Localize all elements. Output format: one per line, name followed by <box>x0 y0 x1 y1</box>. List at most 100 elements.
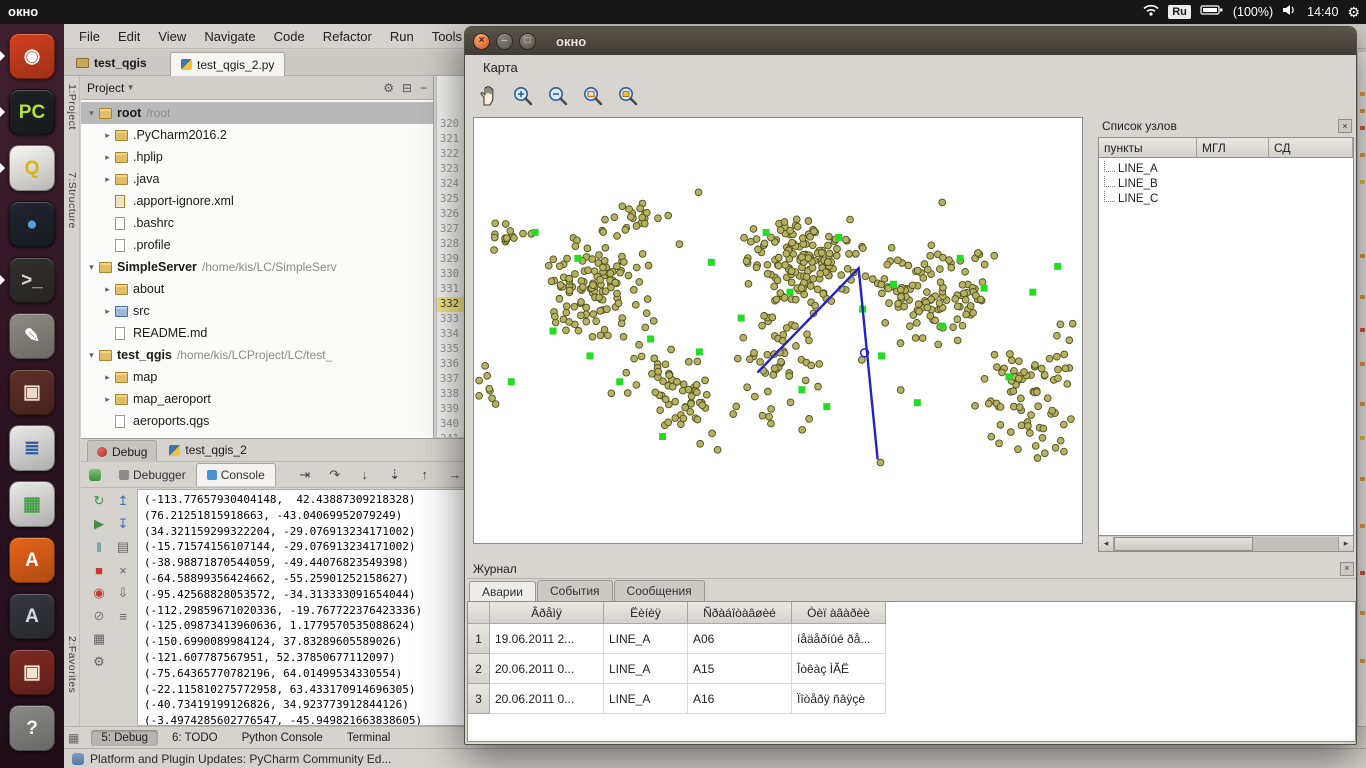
stop-button[interactable]: ■ <box>89 560 109 580</box>
node-item-LINE_B[interactable]: LINE_B <box>1099 176 1353 191</box>
tree-item-src[interactable]: ▸src <box>81 300 433 322</box>
journal-row[interactable]: 220.06.2011 0...LINE_AA15Îòêàç ÌÃË <box>468 654 1355 684</box>
clock[interactable]: 14:40 <box>1307 5 1338 19</box>
journal-tab-Аварии[interactable]: Аварии <box>469 581 536 602</box>
menu-run[interactable]: Run <box>381 29 423 44</box>
keyboard-layout-indicator[interactable]: Ru <box>1168 5 1191 19</box>
scroll-track[interactable] <box>1114 537 1338 551</box>
debug-window-tab[interactable]: Debug <box>87 440 157 462</box>
frame-up-button[interactable]: ↥ <box>113 491 133 511</box>
collapse-all-icon[interactable]: ⊟ <box>402 81 412 95</box>
volume-icon[interactable] <box>1282 3 1298 21</box>
pause-button[interactable]: ‖ <box>89 537 109 557</box>
zoom-full-tool-button[interactable] <box>580 83 606 109</box>
menu-file[interactable]: File <box>70 29 109 44</box>
tree-item-.PyCharm2016.2[interactable]: ▸.PyCharm2016.2 <box>81 124 433 146</box>
wifi-icon[interactable] <box>1143 3 1159 21</box>
tree-item-.bashrc[interactable]: .bashrc <box>81 212 433 234</box>
journal-tab-События[interactable]: События <box>537 580 613 601</box>
nodes-column-пункты[interactable]: пункты <box>1099 138 1197 157</box>
map-canvas[interactable] <box>473 117 1083 544</box>
clear-output-button[interactable]: × <box>113 560 133 580</box>
editor-gutter[interactable]: 3203213223233243253263273283293303313323… <box>436 76 464 437</box>
tool-tab-terminal[interactable]: Terminal <box>337 730 400 746</box>
tree-item-aeroports.qgs[interactable]: aeroports.qgs <box>81 410 433 432</box>
show-variables-button[interactable]: ▤ <box>113 537 133 557</box>
force-step-into-button[interactable]: ⇣ <box>386 466 404 484</box>
tree-item-about[interactable]: ▸about <box>81 278 433 300</box>
restore-layout-button[interactable]: ▦ <box>89 629 109 649</box>
scroll-right-icon[interactable]: ▸ <box>1338 537 1353 551</box>
launcher-item-software-center[interactable]: ● <box>0 196 64 252</box>
scroll-left-icon[interactable]: ◂ <box>1099 537 1114 551</box>
tool-window-switcher-icon[interactable]: ▦ <box>68 731 79 745</box>
status-message[interactable]: Platform and Plugin Updates: PyCharm Com… <box>90 752 391 766</box>
launcher-item-qgis[interactable]: Q <box>0 140 64 196</box>
menu-edit[interactable]: Edit <box>109 29 149 44</box>
project-panel-title[interactable]: Project ▾ <box>87 81 133 95</box>
launcher-item-help[interactable]: ? <box>0 700 64 756</box>
launcher-item-terminal[interactable]: >_ <box>0 252 64 308</box>
battery-icon[interactable] <box>1200 3 1224 21</box>
tree-item-.java[interactable]: ▸.java <box>81 168 433 190</box>
zoom-out-tool-button[interactable] <box>545 83 571 109</box>
tool-tab-6-todo[interactable]: 6: TODO <box>162 730 228 746</box>
tool-tab-5-debug[interactable]: 5: Debug <box>91 730 158 746</box>
tree-item-map_aeroport[interactable]: ▸map_aeroport <box>81 388 433 410</box>
nodes-column-МГЛ[interactable]: МГЛ <box>1197 138 1269 157</box>
journal-close-icon[interactable]: × <box>1340 562 1354 576</box>
rerun-button[interactable]: ↻ <box>89 491 109 511</box>
pan-tool-button[interactable] <box>475 83 501 109</box>
tab-console[interactable]: Console <box>196 463 276 486</box>
launcher-item-text-editor[interactable]: ✎ <box>0 308 64 364</box>
run-to-cursor-button[interactable]: → <box>446 466 464 484</box>
step-over-button[interactable]: ↷ <box>326 466 344 484</box>
tree-item-SimpleServer[interactable]: ▾SimpleServer /home/kis/LC/SimpleServ <box>81 256 433 278</box>
tree-item-test_qgis[interactable]: ▾test_qgis /home/kis/LCProject/LC/test_ <box>81 344 433 366</box>
launcher-item-lo-writer[interactable]: ≣ <box>0 420 64 476</box>
zoom-in-tool-button[interactable] <box>510 83 536 109</box>
launcher-item-app-red-box[interactable]: ▣ <box>0 644 64 700</box>
tool-stripe-project[interactable]: 1:Project <box>66 84 78 130</box>
minimize-button[interactable]: – <box>496 33 513 50</box>
menu-navigate[interactable]: Navigate <box>195 29 264 44</box>
menu-karta[interactable]: Карта <box>475 58 526 77</box>
tree-item-README.md[interactable]: README.md <box>81 322 433 344</box>
maximize-button[interactable]: □ <box>519 33 536 50</box>
mute-breakpoints-button[interactable]: ⊘ <box>89 606 109 626</box>
settings-button[interactable]: ⚙ <box>89 652 109 672</box>
hide-panel-icon[interactable]: − <box>420 81 427 95</box>
node-item-LINE_C[interactable]: LINE_C <box>1099 191 1353 206</box>
journal-tab-Сообщения[interactable]: Сообщения <box>614 580 705 601</box>
step-out-button[interactable]: ↑ <box>416 466 434 484</box>
node-item-LINE_A[interactable]: LINE_A <box>1099 161 1353 176</box>
close-button[interactable]: × <box>473 33 490 50</box>
tree-item-map[interactable]: ▸map <box>81 366 433 388</box>
zoom-selection-tool-button[interactable] <box>615 83 641 109</box>
tree-item-.profile[interactable]: .profile <box>81 234 433 256</box>
breadcrumb[interactable]: test_qgis <box>76 56 147 70</box>
nodes-hscrollbar[interactable]: ◂ ▸ <box>1098 536 1354 552</box>
scroll-to-end-button[interactable]: ⇩ <box>113 583 133 603</box>
soft-wrap-button[interactable]: ≡ <box>113 606 133 626</box>
notification-icon[interactable] <box>72 753 84 765</box>
menu-view[interactable]: View <box>149 29 195 44</box>
launcher-item-pycharm[interactable]: PC <box>0 84 64 140</box>
menu-refactor[interactable]: Refactor <box>314 29 381 44</box>
launcher-item-lo-calc[interactable]: ▦ <box>0 476 64 532</box>
view-breakpoints-button[interactable]: ◉ <box>89 583 109 603</box>
tool-stripe-structure[interactable]: 7:Structure <box>66 172 78 229</box>
menu-code[interactable]: Code <box>265 29 314 44</box>
launcher-item-package-manager[interactable]: ▣ <box>0 364 64 420</box>
frame-down-button[interactable]: ↧ <box>113 514 133 534</box>
project-settings-icon[interactable]: ⚙ <box>383 81 394 95</box>
tree-item-.apport-ignore.xml[interactable]: .apport-ignore.xml <box>81 190 433 212</box>
nodes-column-СД[interactable]: СД <box>1269 138 1353 157</box>
session-menu-gear-icon[interactable]: ⚙ <box>1347 4 1360 21</box>
nodes-close-icon[interactable]: × <box>1338 119 1352 133</box>
journal-row[interactable]: 119.06.2011 2...LINE_AA06íåäåðíûé ðå... <box>468 624 1355 654</box>
journal-row[interactable]: 320.06.2011 0...LINE_AA16Ïîòåðÿ ñâÿçè <box>468 684 1355 714</box>
qgis-titlebar[interactable]: × – □ окно <box>465 27 1356 55</box>
tree-item-.hplip[interactable]: ▸.hplip <box>81 146 433 168</box>
step-into-button[interactable]: ↓ <box>356 466 374 484</box>
